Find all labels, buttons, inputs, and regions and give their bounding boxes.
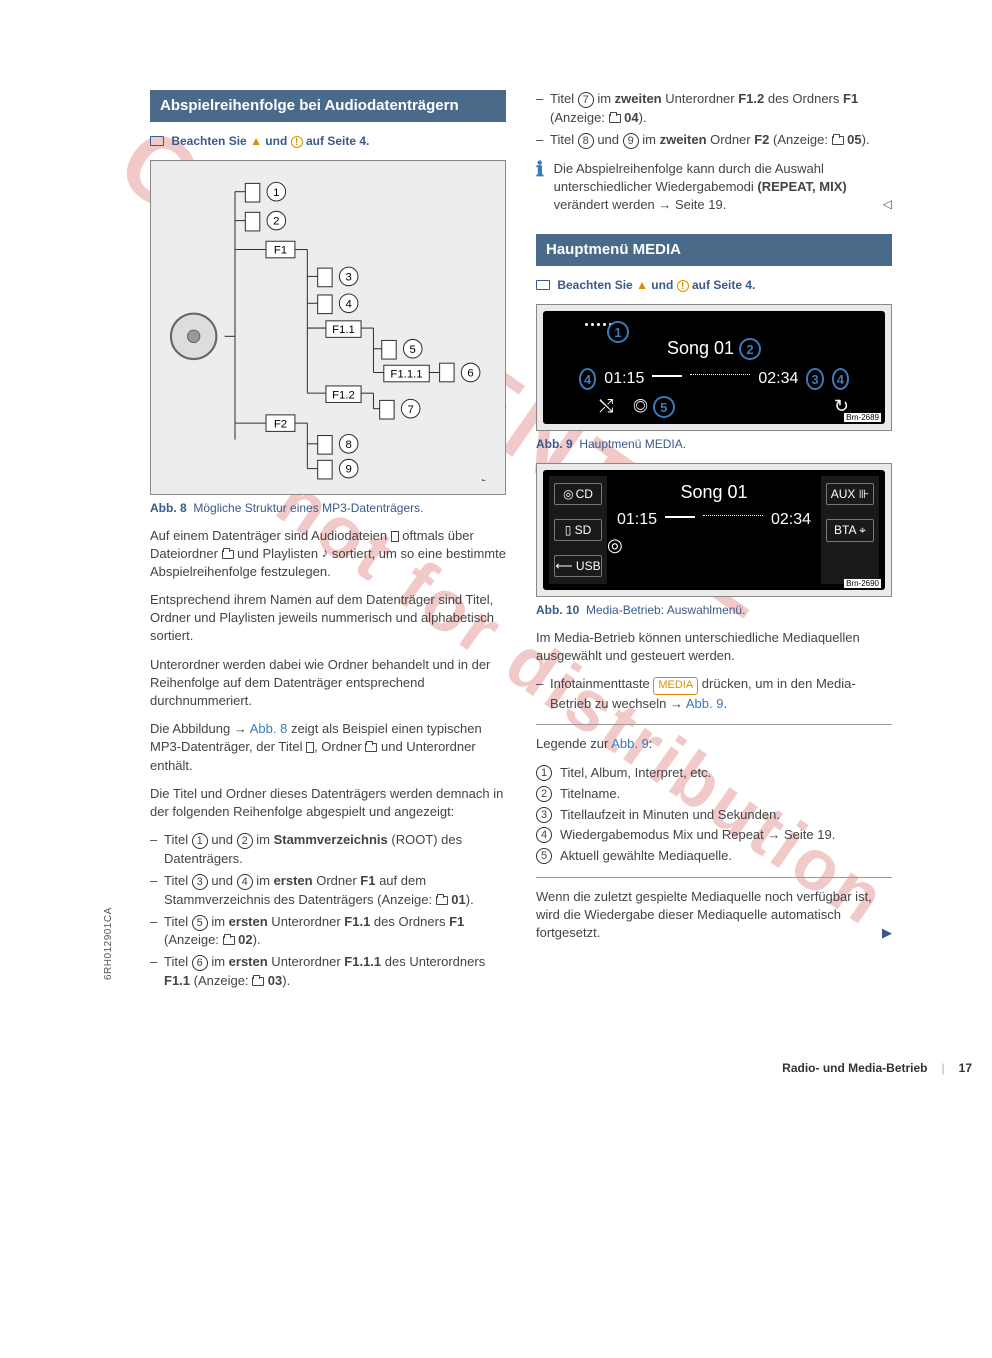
svg-text:F1.2: F1.2	[332, 389, 355, 401]
source-column-right: AUX ⊪ BTA ⌖	[821, 476, 879, 584]
paragraph-4: Die Abbildung → Abb. 8 zeigt als Beispie…	[150, 720, 506, 775]
file-icon	[391, 531, 399, 542]
file-icon	[306, 742, 314, 753]
svg-text:3: 3	[346, 271, 352, 283]
source-sd: ▯ SD	[554, 519, 602, 541]
figure-10-screen: CD ▯ SD ⟵ USB AUX ⊪ BTA ⌖ Song 01 01:15	[536, 463, 892, 597]
warning-triangle-icon: ▲	[250, 134, 262, 148]
heading-media-main: Hauptmenü MEDIA	[536, 234, 892, 266]
source-cd-icon: ◎	[633, 396, 647, 416]
right-column: Titel 7 im zweiten Unterordner F1.2 des …	[536, 90, 892, 1001]
svg-text:8: 8	[346, 438, 352, 450]
separator	[536, 877, 892, 878]
left-column: Abspielreihenfolge bei Audiodatenträgern…	[150, 90, 506, 1001]
svg-text:6: 6	[467, 367, 473, 379]
heading-playback-order: Abspielreihenfolge bei Audiodatenträgern	[150, 90, 506, 122]
source-cd-icon: ◎	[607, 535, 623, 555]
note-prefix: Beachten Sie	[171, 134, 246, 148]
figure-8-diagram: 1 2 F1 3 4 F1.1 5 F1.1.1	[150, 160, 506, 495]
callout-4-left: 4	[579, 368, 596, 390]
info-icon: ℹ	[536, 160, 544, 215]
book-icon	[150, 136, 164, 146]
note-reference-right: Beachten Sie ▲ und ! auf Seite 4.	[536, 278, 892, 292]
paragraph-1: Auf einem Datenträger sind Audiodateien …	[150, 527, 506, 582]
source-cd: CD	[554, 483, 602, 505]
paragraph-2: Entsprechend ihrem Namen auf dem Datentr…	[150, 591, 506, 646]
total-time: 02:34	[758, 370, 798, 388]
note-und: und	[265, 134, 287, 148]
callout-3: 3	[806, 368, 823, 390]
legend-list: 1Titel, Album, Interpret, etc.2Titelname…	[536, 763, 892, 867]
svg-text:F2: F2	[274, 418, 287, 430]
total-time: 02:34	[771, 511, 811, 529]
link-abb-9: Abb. 9	[686, 696, 724, 711]
warning-triangle-icon: ▲	[636, 278, 648, 292]
footer-title: Radio- und Media-Betrieb	[782, 1061, 927, 1075]
playback-order-list: Titel 1 und 2 im Stammverzeichnis (ROOT)…	[150, 831, 506, 991]
footer-page-number: 17	[959, 1061, 972, 1075]
separator	[536, 724, 892, 725]
callout-4-right: 4	[832, 368, 849, 390]
elapsed-time: 01:15	[604, 370, 644, 388]
book-icon	[536, 280, 550, 290]
svg-text:F1.1.1: F1.1.1	[390, 368, 422, 380]
svg-text:9: 9	[346, 463, 352, 475]
fig8-text: Mögliche Struktur eines MP3-Datenträgers…	[193, 501, 423, 515]
folder-icon	[222, 550, 234, 559]
svg-text:7: 7	[408, 403, 414, 415]
svg-text:5: 5	[410, 343, 416, 355]
figure-9-screen: 1 Song 01 2 4 01:15 02:34 3 4 ⤭ ◎	[536, 304, 892, 431]
link-abb-8: Abb. 8	[250, 721, 288, 736]
paragraph-5: Die Titel und Ordner dieses Datenträgers…	[150, 785, 506, 821]
side-document-code: 6RH012901CA	[103, 907, 114, 980]
folder-icon	[365, 743, 377, 752]
source-column-left: CD ▯ SD ⟵ USB	[549, 476, 607, 584]
paragraph-3: Unterordner werden dabei wie Ordner beha…	[150, 656, 506, 711]
continue-icon: ▶	[882, 924, 892, 942]
media-instruction-list: Infotainmenttaste MEDIA drücken, um in d…	[536, 675, 892, 714]
page-footer: Radio- und Media-Betrieb | 17	[0, 1041, 992, 1085]
image-code: Brn-2690	[844, 579, 881, 588]
playback-order-list-continued: Titel 7 im zweiten Unterordner F1.2 des …	[536, 90, 892, 150]
image-code: Brn-2689	[844, 413, 881, 422]
note-suffix: auf Seite 4.	[306, 134, 369, 148]
svg-text:4: 4	[346, 298, 352, 310]
elapsed-time: 01:15	[617, 511, 657, 529]
media-key: MEDIA	[653, 677, 698, 695]
svg-text:F1: F1	[274, 244, 287, 256]
note-reference-left: Beachten Sie ▲ und ! auf Seite 4.	[150, 134, 506, 148]
song-title: Song 01	[607, 476, 821, 509]
legend-title: Legende zur Abb. 9:	[536, 735, 892, 753]
callout-2: 2	[739, 338, 761, 360]
source-bta: BTA ⌖	[826, 519, 874, 542]
shuffle-icon: ⤭	[599, 396, 613, 416]
fig8-label: Abb. 8	[150, 501, 187, 515]
source-aux: AUX ⊪	[826, 483, 874, 505]
info-note: ℹ Die Abspielreihenfolge kann durch die …	[536, 160, 892, 215]
svg-text:Brn-1257: Brn-1257	[480, 478, 489, 480]
tree-structure-svg: 1 2 F1 3 4 F1.1 5 F1.1.1	[161, 171, 495, 481]
paragraph-last: Wenn die zuletzt gespielte Mediaquelle n…	[536, 888, 892, 943]
callout-5: 5	[653, 396, 675, 418]
playlist-icon: ♪	[322, 545, 329, 560]
svg-text:2: 2	[273, 215, 279, 227]
figure-10-caption: Abb. 10 Media-Betrieb: Auswahlmenü.	[536, 603, 892, 617]
warning-circle-icon: !	[291, 136, 303, 148]
section-end-icon: ◁	[883, 196, 892, 213]
warning-circle-icon: !	[677, 280, 689, 292]
svg-text:1: 1	[273, 186, 279, 198]
source-usb: ⟵ USB	[554, 555, 602, 577]
svg-text:F1.1: F1.1	[332, 324, 355, 336]
callout-1: 1	[607, 321, 629, 343]
paragraph-media: Im Media-Betrieb können unterschiedliche…	[536, 629, 892, 665]
figure-9-caption: Abb. 9 Hauptmenü MEDIA.	[536, 437, 892, 451]
song-title: Song 01	[667, 338, 734, 358]
figure-8-caption: Abb. 8 Mögliche Struktur eines MP3-Daten…	[150, 501, 506, 515]
